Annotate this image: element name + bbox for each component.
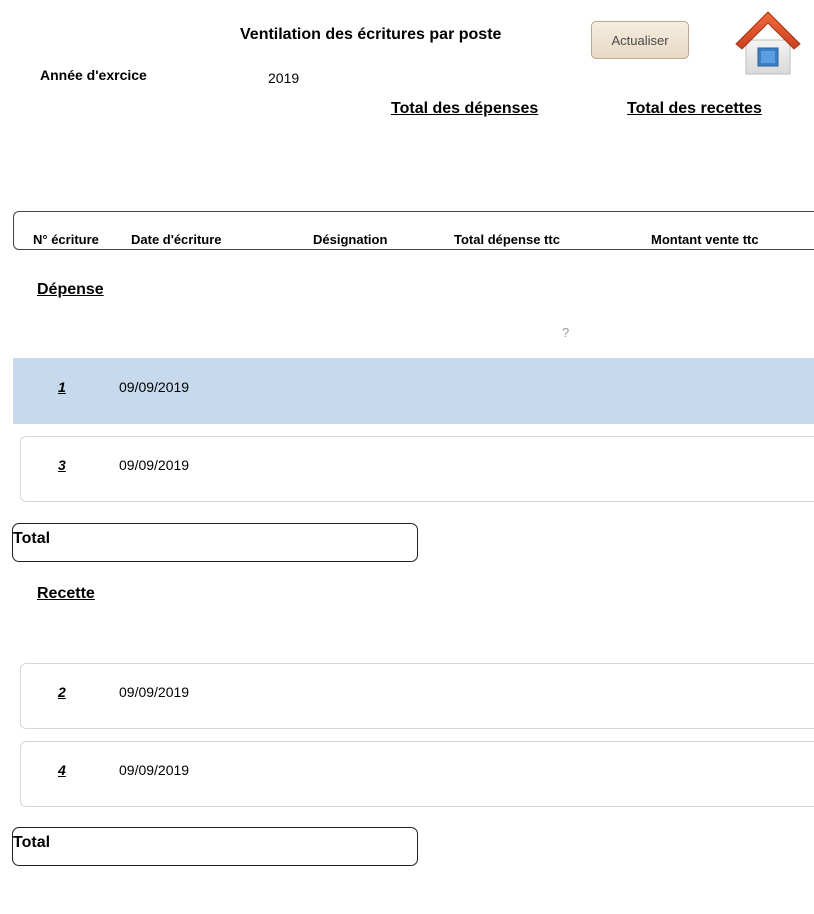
column-header-entry-number: N° écriture [33, 232, 99, 247]
depense-placeholder: ? [562, 325, 570, 340]
table-row[interactable]: 3 09/09/2019 [20, 436, 814, 502]
entry-number-link[interactable]: 2 [58, 684, 66, 700]
total-expenses-link[interactable]: Total des dépenses [391, 100, 538, 118]
year-value: 2019 [268, 70, 300, 86]
column-header-entry-date: Date d'écriture [131, 232, 222, 247]
table-row[interactable]: 2 09/09/2019 [20, 663, 814, 729]
entry-number-link[interactable]: 3 [58, 457, 66, 473]
year-label: Année d'exrcice [40, 67, 147, 83]
total-receipts-link[interactable]: Total des recettes [627, 100, 762, 118]
section-recette: Recette [37, 585, 95, 602]
depense-total-label: Total [13, 530, 51, 547]
home-icon [735, 11, 801, 75]
table-row[interactable]: 1 09/09/2019 [13, 358, 814, 424]
column-header-designation: Désignation [313, 232, 388, 247]
table-row[interactable]: 4 09/09/2019 [20, 741, 814, 807]
depense-total-box: Total [12, 523, 418, 562]
recette-total-label: Total [13, 834, 51, 851]
column-header-total-expense: Total dépense ttc [454, 232, 560, 247]
entry-date: 09/09/2019 [119, 762, 190, 778]
page-title: Ventilation des écritures par poste [240, 26, 502, 43]
home-button[interactable] [732, 8, 804, 76]
entry-date: 09/09/2019 [119, 379, 190, 395]
entry-number-link[interactable]: 4 [58, 762, 66, 778]
recette-total-box: Total [12, 827, 418, 866]
entry-number-link[interactable]: 1 [58, 379, 66, 395]
refresh-button[interactable]: Actualiser [591, 21, 689, 59]
entry-date: 09/09/2019 [119, 684, 190, 700]
section-depense: Dépense [37, 281, 104, 298]
entry-date: 09/09/2019 [119, 457, 190, 473]
column-header-sale-amount: Montant vente ttc [651, 232, 759, 247]
